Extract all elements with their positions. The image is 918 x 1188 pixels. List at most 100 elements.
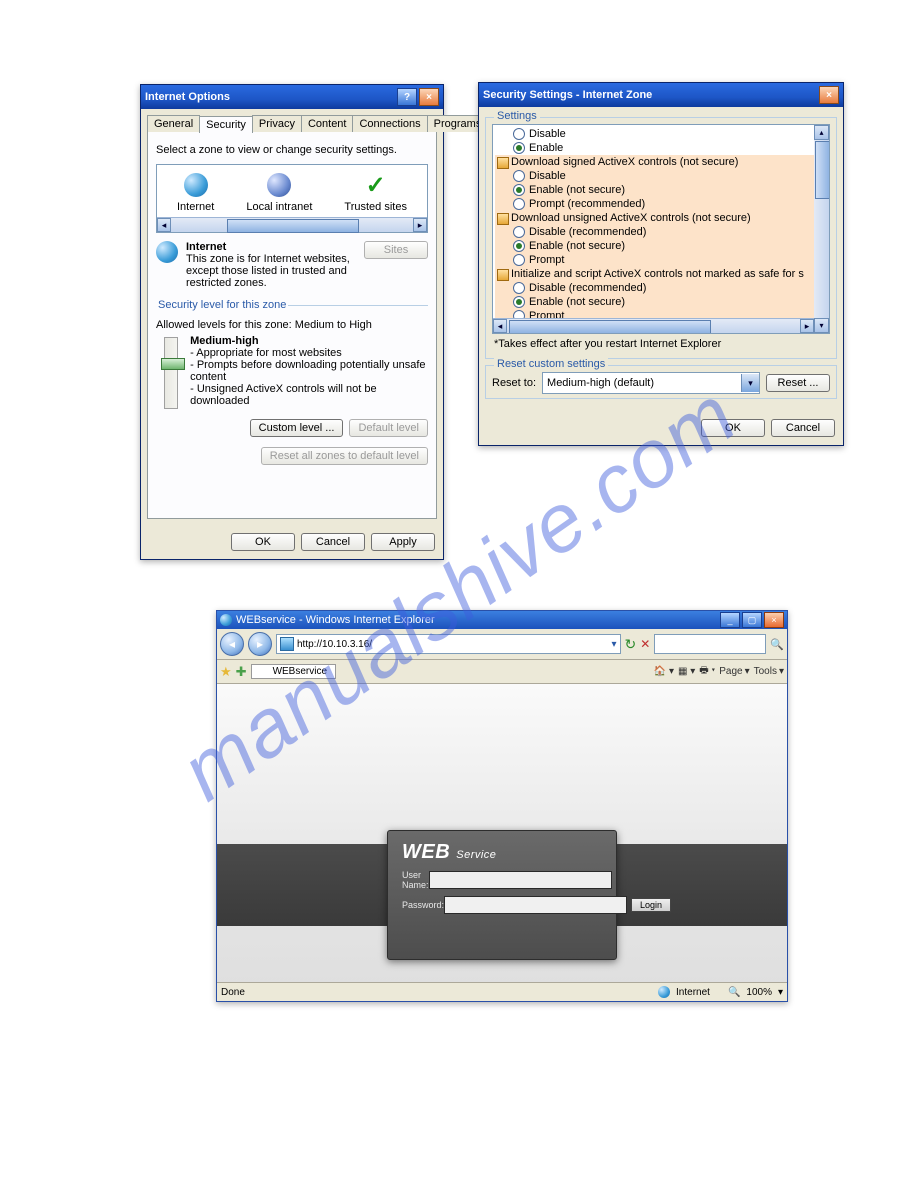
allowed-levels: Allowed levels for this zone: Medium to … bbox=[156, 319, 428, 331]
browser-tab[interactable]: WEBservice bbox=[251, 664, 336, 679]
list-scrollbar[interactable]: ▴ ▾ bbox=[814, 125, 829, 333]
radio-icon bbox=[513, 198, 525, 210]
scroll-down-icon[interactable]: ▾ bbox=[814, 318, 829, 333]
ok-button[interactable]: OK bbox=[231, 533, 295, 551]
tools-menu[interactable]: Tools ▾ bbox=[754, 666, 784, 677]
chevron-down-icon[interactable]: ▾ bbox=[611, 639, 616, 650]
dialog-title: Internet Options bbox=[145, 91, 230, 103]
zoom-icon[interactable]: 🔍 bbox=[728, 987, 740, 998]
tree-node[interactable]: Download unsigned ActiveX controls (not … bbox=[495, 211, 827, 225]
zone-name: Internet bbox=[186, 241, 226, 253]
scroll-thumb[interactable] bbox=[815, 141, 830, 199]
settings-listbox[interactable]: DisableEnableDownload signed ActiveX con… bbox=[492, 124, 830, 334]
zone-trusted[interactable]: ✓ Trusted sites bbox=[344, 171, 407, 213]
tree-node-label: Initialize and script ActiveX controls n… bbox=[511, 268, 804, 280]
radio-icon bbox=[513, 170, 525, 182]
tree-node[interactable]: Initialize and script ActiveX controls n… bbox=[495, 267, 827, 281]
scroll-thumb[interactable] bbox=[227, 219, 359, 233]
zone-internet[interactable]: Internet bbox=[177, 171, 214, 213]
username-input[interactable] bbox=[429, 871, 612, 889]
zone-scrollbar[interactable]: ◂ ▸ bbox=[157, 217, 427, 232]
titlebar[interactable]: Security Settings - Internet Zone × bbox=[479, 83, 843, 107]
home-button[interactable]: 🏠 ▾ bbox=[654, 666, 674, 677]
default-level-button[interactable]: Default level bbox=[349, 419, 428, 437]
radio-option[interactable]: Disable (recommended) bbox=[495, 281, 827, 295]
radio-option[interactable]: Disable bbox=[495, 169, 827, 183]
settings-group: Settings DisableEnableDownload signed Ac… bbox=[485, 117, 837, 359]
radio-label: Enable (not secure) bbox=[529, 296, 625, 308]
forward-button[interactable]: ▸ bbox=[248, 632, 272, 656]
radio-option[interactable]: Prompt bbox=[495, 253, 827, 267]
refresh-button[interactable]: ↻ bbox=[625, 636, 637, 653]
print-button[interactable]: 🖶 ▾ bbox=[699, 663, 715, 680]
scroll-right-icon[interactable]: ▸ bbox=[800, 319, 814, 333]
page-menu[interactable]: Page ▾ bbox=[719, 666, 749, 677]
scroll-right-icon[interactable]: ▸ bbox=[413, 218, 427, 232]
favorites-icon[interactable]: ★ bbox=[220, 664, 232, 680]
radio-option[interactable]: Enable (not secure) bbox=[495, 295, 827, 309]
reset-to-combo[interactable]: Medium-high (default) ▾ bbox=[542, 372, 760, 394]
radio-option[interactable]: Enable (not secure) bbox=[495, 239, 827, 253]
add-favorites-icon[interactable]: ✚ bbox=[236, 664, 247, 680]
tab-strip: General Security Privacy Content Connect… bbox=[147, 115, 437, 132]
radio-icon bbox=[513, 254, 525, 266]
maximize-button[interactable]: ▢ bbox=[742, 612, 762, 628]
tree-node[interactable]: Download signed ActiveX controls (not se… bbox=[495, 155, 827, 169]
radio-option[interactable]: Disable bbox=[495, 127, 827, 141]
check-icon: ✓ bbox=[366, 171, 386, 200]
level-slider[interactable] bbox=[164, 337, 178, 409]
reset-group: Reset custom settings Reset to: Medium-h… bbox=[485, 365, 837, 399]
custom-level-button[interactable]: Custom level ... bbox=[250, 419, 344, 437]
username-label: User Name: bbox=[402, 870, 429, 890]
radio-icon bbox=[513, 128, 525, 140]
tab-connections[interactable]: Connections bbox=[352, 115, 427, 132]
browser-window: WEBservice - Windows Internet Explorer _… bbox=[216, 610, 788, 1002]
back-button[interactable]: ◂ bbox=[220, 632, 244, 656]
scroll-up-icon[interactable]: ▴ bbox=[814, 125, 829, 140]
activex-icon bbox=[497, 269, 509, 281]
minimize-button[interactable]: _ bbox=[720, 612, 740, 628]
cancel-button[interactable]: Cancel bbox=[771, 419, 835, 437]
ok-button[interactable]: OK bbox=[701, 419, 765, 437]
tab-content[interactable]: Content bbox=[301, 115, 354, 132]
tab-privacy[interactable]: Privacy bbox=[252, 115, 302, 132]
tab-security[interactable]: Security bbox=[199, 116, 253, 133]
login-button[interactable]: Login bbox=[631, 898, 671, 912]
chevron-down-icon[interactable]: ▾ bbox=[741, 374, 759, 392]
apply-button[interactable]: Apply bbox=[371, 533, 435, 551]
radio-label: Disable (recommended) bbox=[529, 226, 646, 238]
password-input[interactable] bbox=[444, 896, 627, 914]
close-button[interactable]: × bbox=[419, 88, 439, 106]
reset-all-zones-button[interactable]: Reset all zones to default level bbox=[261, 447, 428, 465]
reset-to-label: Reset to: bbox=[492, 377, 536, 389]
stop-button[interactable]: ✕ bbox=[640, 637, 650, 651]
address-bar[interactable]: http://10.10.3.16/ ▾ bbox=[276, 634, 621, 654]
radio-option[interactable]: Enable bbox=[495, 141, 827, 155]
radio-option[interactable]: Disable (recommended) bbox=[495, 225, 827, 239]
slider-thumb[interactable] bbox=[161, 358, 185, 370]
close-button[interactable]: × bbox=[819, 86, 839, 104]
close-button[interactable]: × bbox=[764, 612, 784, 628]
scroll-left-icon[interactable]: ◂ bbox=[493, 319, 507, 333]
chevron-down-icon[interactable]: ▾ bbox=[778, 987, 783, 998]
search-box[interactable] bbox=[654, 634, 766, 654]
feeds-button[interactable]: ▦ ▾ bbox=[678, 666, 695, 677]
tab-general[interactable]: General bbox=[147, 115, 200, 132]
zone-intranet-label: Local intranet bbox=[246, 201, 312, 213]
reset-legend: Reset custom settings bbox=[494, 358, 608, 370]
titlebar[interactable]: Internet Options ? × bbox=[141, 85, 443, 109]
help-button[interactable]: ? bbox=[397, 88, 417, 106]
scroll-thumb[interactable] bbox=[509, 320, 711, 334]
scroll-left-icon[interactable]: ◂ bbox=[157, 218, 171, 232]
list-hscrollbar[interactable]: ◂ ▸ bbox=[493, 318, 814, 333]
zone-list[interactable]: Internet Local intranet ✓ Trusted sites … bbox=[156, 164, 428, 233]
radio-option[interactable]: Enable (not secure) bbox=[495, 183, 827, 197]
search-icon[interactable]: 🔍 bbox=[770, 638, 784, 651]
zone-intranet[interactable]: Local intranet bbox=[246, 171, 312, 213]
cancel-button[interactable]: Cancel bbox=[301, 533, 365, 551]
tree-node-label: Download signed ActiveX controls (not se… bbox=[511, 156, 738, 168]
sites-button[interactable]: Sites bbox=[364, 241, 428, 259]
radio-option[interactable]: Prompt (recommended) bbox=[495, 197, 827, 211]
browser-titlebar[interactable]: WEBservice - Windows Internet Explorer _… bbox=[217, 611, 787, 629]
reset-button[interactable]: Reset ... bbox=[766, 374, 830, 392]
